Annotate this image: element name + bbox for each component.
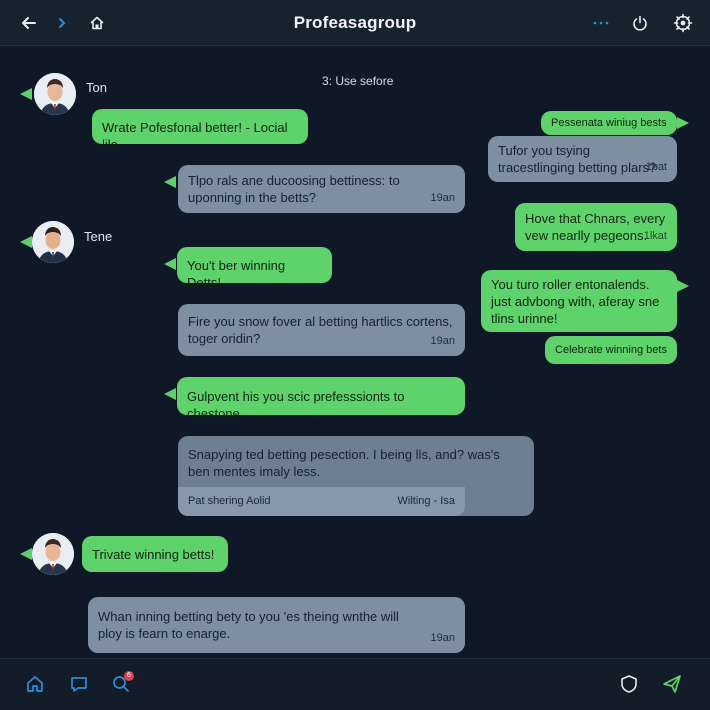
indicator-arrow — [164, 258, 176, 270]
message-time: 19an — [430, 192, 455, 204]
indicator-arrow — [164, 176, 176, 188]
bottom-bar: 6 — [0, 658, 710, 710]
more-dots-icon[interactable] — [588, 10, 614, 36]
indicator-arrow — [677, 117, 689, 129]
avatar[interactable] — [32, 533, 74, 575]
chat-icon[interactable] — [66, 671, 92, 697]
message-bubble[interactable]: Tlpo rals ane ducoosing bettiness: to up… — [178, 165, 465, 213]
power-icon[interactable] — [627, 10, 653, 36]
message-text: Wrate Pofesfonal better! - Locial lile. — [102, 120, 288, 152]
settings-gear-icon[interactable] — [670, 10, 696, 36]
message-time: 1bat — [645, 161, 667, 173]
message-bubble[interactable]: Wrate Pofesfonal better! - Locial lile. — [92, 109, 308, 152]
message-text: Fire you snow fover al betting hartlics … — [188, 314, 453, 346]
footer-status: Wilting - Isa — [397, 495, 455, 507]
message-bubble[interactable]: Trivate winning betts! — [82, 536, 228, 572]
indicator-arrow — [164, 388, 176, 400]
message-bubble[interactable]: You't ber winning Detts! — [177, 247, 332, 290]
message-bubble[interactable]: Fire you snow fover al betting hartlics … — [178, 304, 465, 356]
message-text: Snapying ted betting pesection. I being … — [188, 447, 500, 479]
message-text: Whan inning betting bety to you 'es thei… — [98, 609, 399, 641]
message-footer: Pat shering Aolid Wilting - Isa — [178, 487, 465, 516]
message-bubble[interactable]: Tufor you tsying tracestlinging betting … — [488, 136, 677, 182]
contact-name: Tene — [84, 229, 113, 244]
message-text: You turo roller entonalends. just advbon… — [491, 277, 660, 326]
chat-area: 3: Use sefore Ton Wrate Pofesfonal bette… — [0, 46, 710, 658]
message-text: You't ber winning Detts! — [187, 258, 286, 290]
indicator-arrow — [677, 280, 689, 292]
message-bubble[interactable]: Whan inning betting bety to you 'es thei… — [88, 597, 465, 653]
shield-icon[interactable] — [616, 671, 642, 697]
message-bubble[interactable]: Hove that Chnars, every vew nearlly pege… — [515, 203, 677, 251]
send-icon[interactable] — [659, 671, 685, 697]
message-text: Tufor you tsying tracestlinging betting … — [498, 143, 657, 175]
footer-label: Pat shering Aolid — [188, 495, 271, 507]
indicator-arrow — [20, 236, 32, 248]
message-text: Tlpo rals ane ducoosing bettiness: to up… — [188, 173, 400, 205]
message-text: Celebrate winning bets — [555, 344, 667, 356]
message-bubble[interactable]: Pessenata winiug bests — [541, 111, 677, 135]
message-text: Pessenata winiug bests — [551, 117, 667, 129]
contact-name: Ton — [86, 80, 107, 95]
message-bubble[interactable]: Gulpvent his you scic prefesssionts to c… — [177, 377, 465, 421]
message-text: Trivate winning betts! — [92, 547, 215, 562]
message-bubble[interactable]: You turo roller entonalends. just advbon… — [481, 270, 677, 332]
message-text: Gulpvent his you scic prefesssionts to c… — [187, 389, 405, 421]
message-time: 19an — [430, 632, 455, 644]
indicator-arrow — [20, 88, 32, 100]
message-time: 1lkat — [643, 230, 667, 242]
message-bubble[interactable]: Celebrate winning bets — [545, 336, 677, 364]
avatar[interactable] — [32, 221, 74, 263]
notification-badge: 6 — [124, 671, 134, 681]
indicator-arrow — [20, 548, 32, 560]
top-bar: Profeasagroup — [0, 0, 710, 46]
system-note: 3: Use sefore — [322, 74, 394, 88]
home-icon[interactable] — [22, 671, 48, 697]
avatar[interactable] — [34, 73, 76, 115]
message-time: 19an — [430, 335, 455, 347]
